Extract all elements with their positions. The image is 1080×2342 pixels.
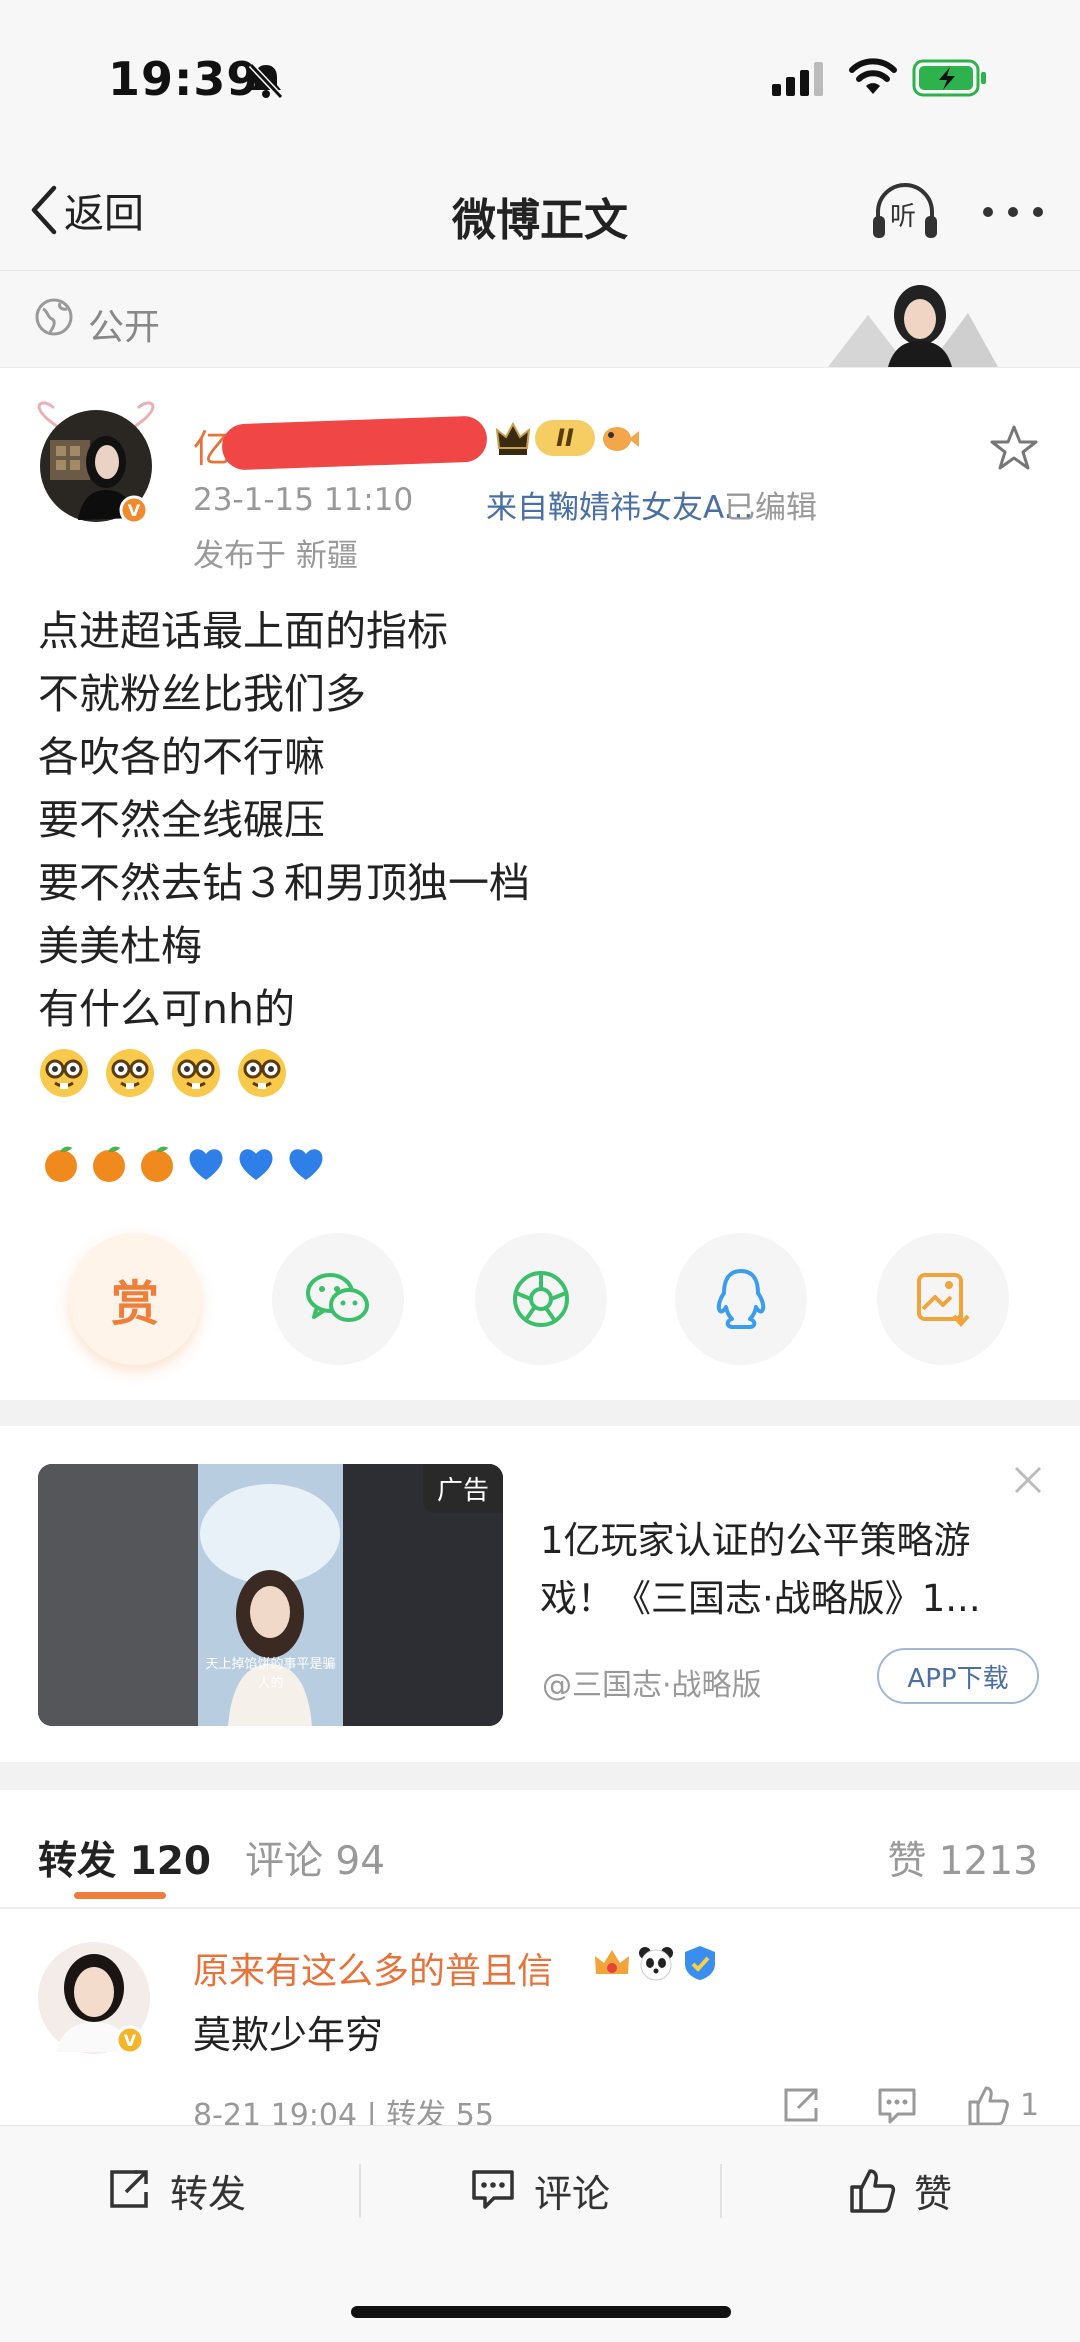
member-level-badge: II <box>535 420 595 456</box>
blue-heart-icon <box>239 1149 273 1180</box>
repost-like-count: 1 <box>1020 2087 1040 2123</box>
listen-button[interactable]: 听 <box>870 182 940 242</box>
globe-icon <box>34 297 74 341</box>
ad-advertiser[interactable]: @三国志·战略版 <box>542 1660 762 1704</box>
decorative-figure-image <box>828 275 998 367</box>
image-download-icon <box>917 1273 970 1328</box>
post-line: 不就粉丝比我们多 <box>38 670 366 718</box>
listen-label: 听 <box>890 202 917 232</box>
ad-image-caption: 天上掉馅饼的事平是骗人的 <box>205 1657 336 1691</box>
visibility-label: 公开 <box>88 307 161 348</box>
post-line: 要不然去钻３和男顶独一档 <box>38 859 530 907</box>
thumbs-up-icon <box>850 2169 896 2213</box>
repost-share-button[interactable] <box>780 2086 822 2130</box>
edited-label: 已编辑 <box>724 490 817 526</box>
author-badges: II <box>495 418 639 458</box>
tab-comments[interactable]: 评论 94 <box>245 1830 385 1886</box>
bar-separator <box>720 2164 722 2218</box>
more-options-button[interactable] <box>978 192 1048 232</box>
bottom-comment-label: 评论 <box>534 2171 611 2216</box>
share-qq-button[interactable] <box>675 1233 807 1365</box>
bottom-like-button[interactable]: 赞 <box>848 2160 952 2220</box>
post-line: 点进超话最上面的指标 <box>38 607 448 655</box>
tab-likes[interactable]: 赞 1213 <box>887 1830 1038 1886</box>
section-divider <box>0 1400 1080 1426</box>
svg-text:V: V <box>128 501 141 520</box>
nerd-face-icon <box>40 1049 88 1097</box>
share-wechat-button[interactable] <box>272 1233 404 1365</box>
battery-charging-icon <box>912 58 988 102</box>
ad-tag: 广告 <box>422 1464 503 1513</box>
shield-badge-icon <box>685 1946 715 1980</box>
ellipsis-icon <box>983 207 1043 217</box>
author-avatar[interactable]: V <box>36 400 156 525</box>
panda-icon <box>639 1947 673 1981</box>
wifi-icon <box>848 58 898 100</box>
share-icon <box>110 2170 148 2208</box>
reward-label: 赏 <box>110 1276 159 1332</box>
home-indicator <box>351 2306 731 2318</box>
save-image-button[interactable] <box>877 1233 1009 1365</box>
nerd-face-icon <box>172 1049 220 1097</box>
star-icon <box>990 425 1038 470</box>
tangerine-heart-emoji-row <box>42 1144 326 1184</box>
ad-image[interactable]: 广告 天上掉馅饼的事平是骗人的 <box>38 1464 503 1726</box>
bottom-like-label: 赞 <box>914 2171 953 2216</box>
ad-title[interactable]: 1亿玩家认证的公平策略游戏！《三国志·战略版》1... <box>540 1512 1040 1628</box>
tab-reposts[interactable]: 转发 120 <box>38 1830 211 1886</box>
puffer-fish-icon <box>603 427 639 451</box>
post-line: 各吹各的不行嘛 <box>38 733 325 781</box>
aperture-icon <box>513 1271 569 1327</box>
section-divider <box>0 1762 1080 1790</box>
blue-heart-icon <box>189 1149 223 1180</box>
nerd-emoji-row <box>38 1047 530 1099</box>
cellular-signal-icon <box>772 62 828 100</box>
nerd-face-icon <box>106 1049 154 1097</box>
reward-button[interactable]: 赏 <box>69 1233 201 1365</box>
post-line: 有什么可nh的 <box>38 985 295 1033</box>
share-icon <box>784 2088 818 2122</box>
comment-icon <box>878 2088 916 2124</box>
post-source-link[interactable]: 来自鞠婧祎女友A... <box>486 482 753 527</box>
post-body: 点进超话最上面的指标 不就粉丝比我们多 各吹各的不行嘛 要不然全线碾压 要不然去… <box>38 600 530 1099</box>
post-line: 美美杜梅 <box>38 922 202 970</box>
post-location: 发布于 新疆 <box>193 538 358 574</box>
active-tab-indicator <box>74 1892 166 1899</box>
tangerine-icon <box>45 1146 77 1182</box>
bottom-repost-button[interactable]: 转发 <box>106 2160 246 2220</box>
wechat-icon <box>306 1273 369 1322</box>
tangerine-icon <box>141 1146 173 1182</box>
crown-badge-icon <box>595 1950 629 1974</box>
bottom-comment-button[interactable]: 评论 <box>470 2160 610 2220</box>
thumbs-up-icon <box>968 2086 1009 2126</box>
repost-user-avatar[interactable]: V <box>36 1940 156 2060</box>
tangerine-icon <box>93 1146 125 1182</box>
nerd-face-icon <box>238 1049 286 1097</box>
crown-icon <box>495 421 531 455</box>
repost-text: 莫欺少年穷 <box>193 2013 384 2057</box>
post-line: 要不然全线碾压 <box>38 796 325 844</box>
favorite-button[interactable] <box>988 422 1040 474</box>
blue-heart-icon <box>289 1149 323 1180</box>
repost-user-name[interactable]: 原来有这么多的普且信 <box>193 1942 553 1994</box>
name-redaction-mark <box>221 415 488 471</box>
bar-separator <box>359 2164 361 2218</box>
repost-like-button[interactable]: 1 <box>966 2084 1039 2126</box>
close-icon <box>1014 1466 1042 1494</box>
tab-divider <box>0 1907 1080 1909</box>
bottom-repost-label: 转发 <box>170 2171 247 2216</box>
repost-user-badges <box>592 1944 720 1982</box>
status-time: 19:39 <box>108 52 260 106</box>
bell-muted-icon <box>246 60 286 104</box>
repost-comment-button[interactable] <box>876 2086 918 2130</box>
qq-penguin-icon <box>716 1269 766 1329</box>
comment-icon <box>472 2170 514 2209</box>
svg-text:V: V <box>124 2031 137 2050</box>
app-download-button[interactable]: APP下载 <box>877 1648 1039 1704</box>
share-moments-button[interactable] <box>475 1233 607 1365</box>
post-time: 23-1-15 11:10 <box>193 482 414 518</box>
ad-close-button[interactable] <box>1008 1460 1048 1500</box>
